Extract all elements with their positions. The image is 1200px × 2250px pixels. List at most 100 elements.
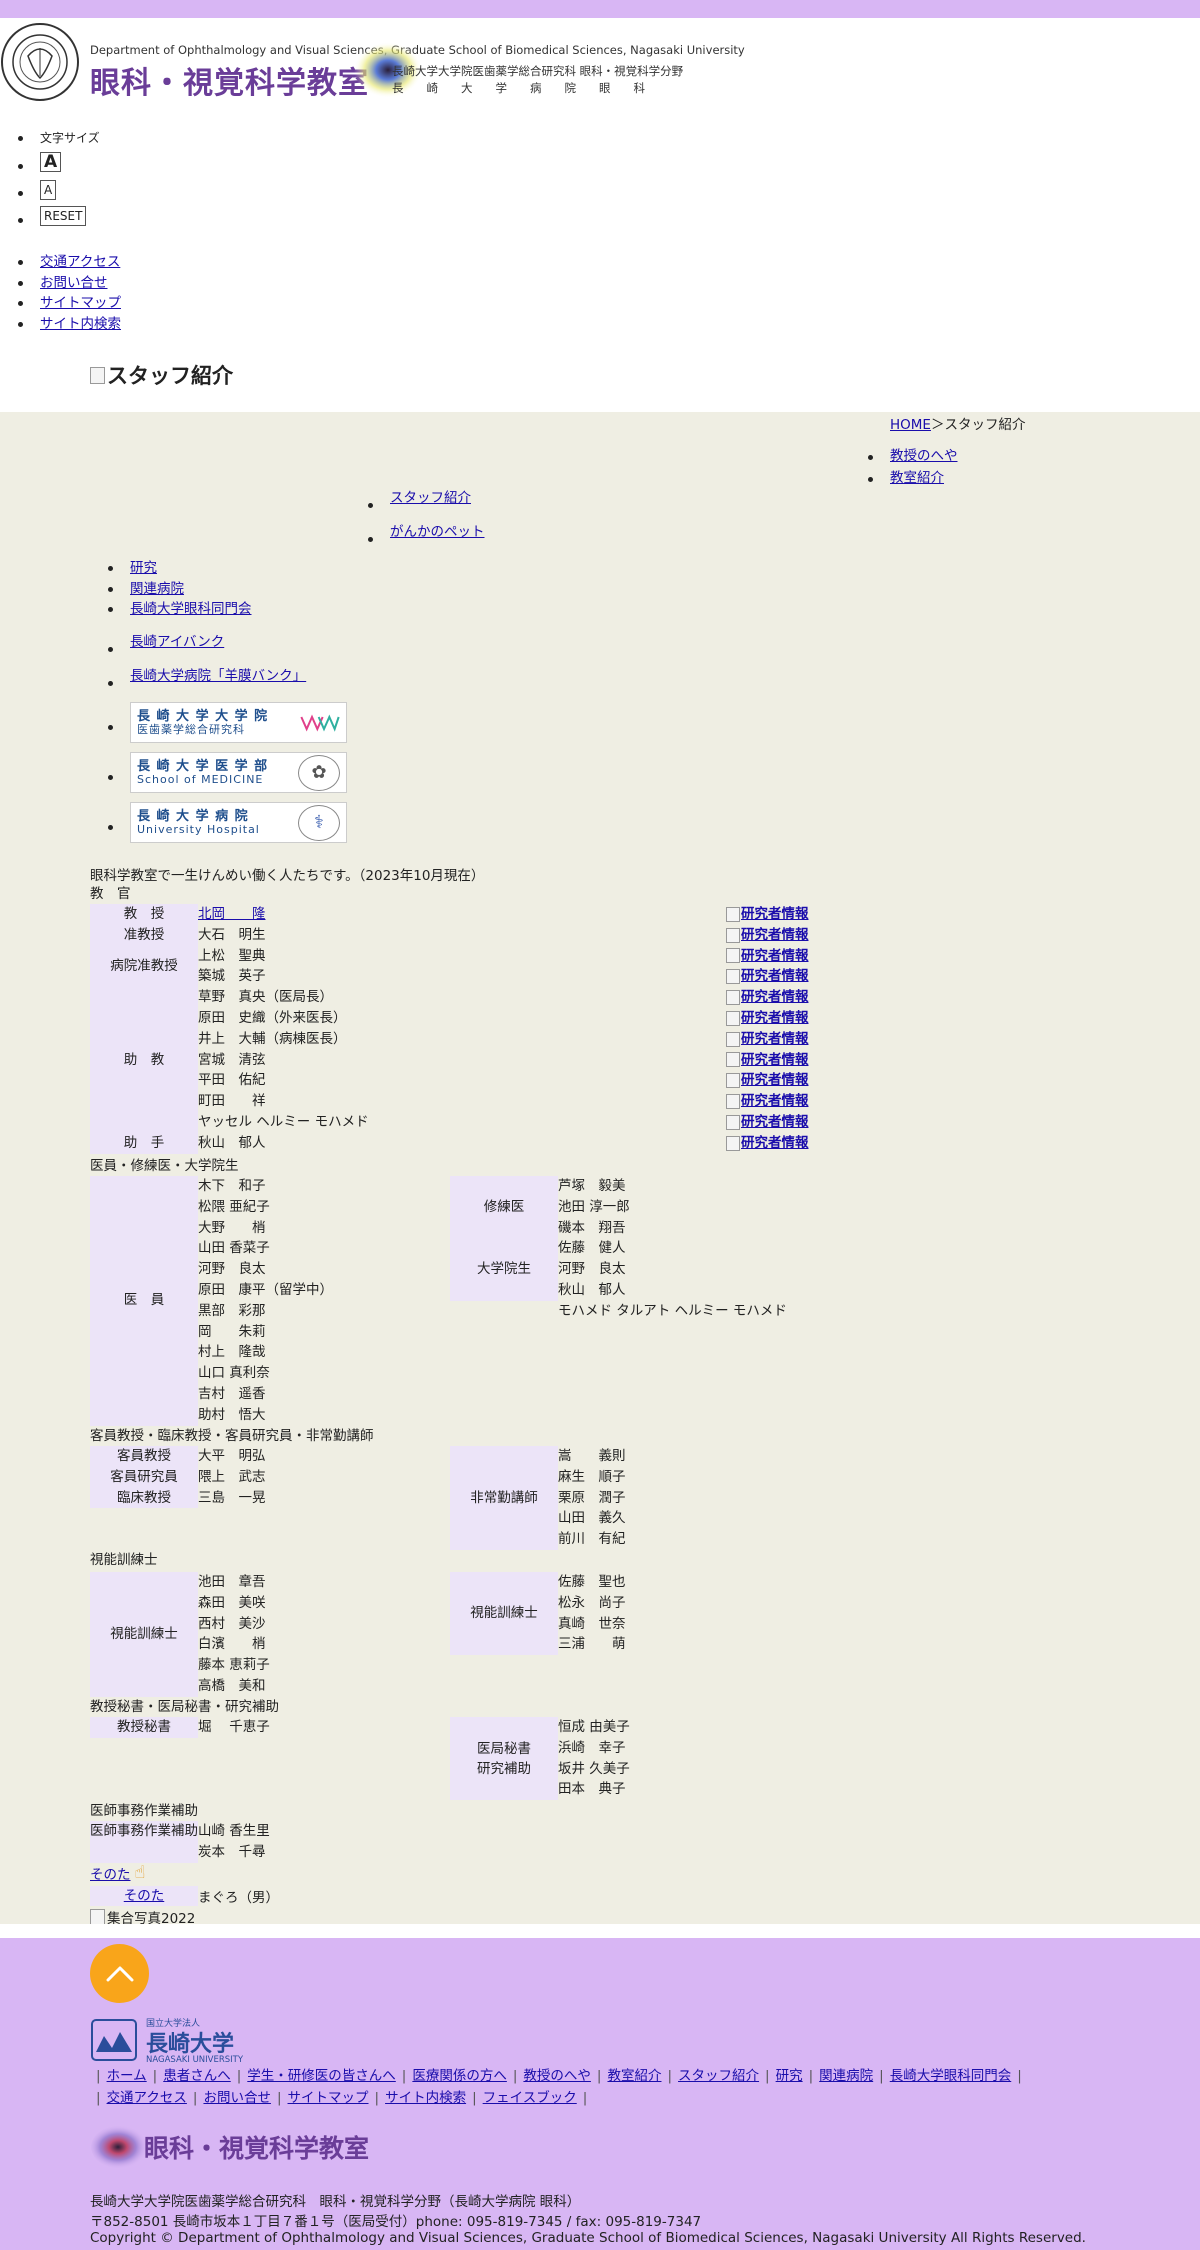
banner-links: 長 崎 大 学 大 学 院医歯薬学総合研究科 長 崎 大 学 医 学 部 Scho… (90, 702, 347, 852)
nav-amnion-bank-link[interactable]: 長崎大学病院「羊膜バンク」 (130, 668, 306, 684)
nav-pet-link[interactable]: がんかのペット (390, 524, 485, 540)
staff-name: 芦塚 毅美 (558, 1178, 626, 1194)
research-info-link[interactable]: 研究者情報 (726, 946, 810, 967)
broken-image-icon (726, 1010, 740, 1026)
role-cell: 教 授 (90, 904, 198, 925)
research-info-label: 研究者情報 (741, 989, 809, 1006)
footer-facebook-link[interactable]: フェイスブック (483, 2090, 577, 2106)
nav-professor-room-link[interactable]: 教授のへや (890, 448, 958, 464)
staff-name: モハメド タルアト ヘルミー モハメド (558, 1302, 787, 1319)
staff-name: 白濱 梢 (198, 1636, 266, 1653)
nav-alumni-link[interactable]: 長崎大学眼科同門会 (130, 601, 252, 617)
footer-professor-link[interactable]: 教授のへや (523, 2068, 591, 2084)
footer-hospitals-link[interactable]: 関連病院 (819, 2068, 873, 2084)
role-cell: 視能訓練士 (90, 1572, 198, 1697)
research-info-link[interactable]: 研究者情報 (726, 904, 810, 925)
research-info-label: 研究者情報 (741, 1072, 809, 1089)
staff-name: 助村 悟大 (198, 1406, 266, 1423)
breadcrumb-separator: ＞ (930, 417, 945, 433)
research-info-link[interactable]: 研究者情報 (726, 925, 810, 946)
breadcrumb-home-link[interactable]: HOME (890, 417, 931, 433)
role-cell: 大学院生 (450, 1238, 558, 1301)
footer-staff-link[interactable]: スタッフ紹介 (678, 2068, 759, 2084)
footer-contact-link[interactable]: お問い合せ (203, 2090, 271, 2106)
nav-contact-link[interactable]: お問い合せ (40, 275, 108, 291)
medical-school-banner[interactable]: 長 崎 大 学 医 学 部 School of MEDICINE ✿ (130, 752, 347, 793)
nav-access-link[interactable]: 交通アクセス (40, 254, 120, 270)
header-subtitle-2: 長崎大学病院眼科 (392, 81, 668, 95)
nav-eye-bank-link[interactable]: 長崎アイバンク (130, 634, 224, 650)
nav-sitemap-link[interactable]: サイトマップ (40, 295, 121, 311)
footer-research-link[interactable]: 研究 (776, 2068, 803, 2084)
category-nav: 研究 関連病院 長崎大学眼科同門会 (90, 558, 252, 620)
prof-secretary-table: 教授秘書堀 千恵子 (90, 1717, 270, 1738)
nav-search-link[interactable]: サイト内検索 (40, 316, 121, 332)
clerk-table: 医師事務作業補助 山崎 香生里 炭本 千尋 (90, 1821, 270, 1863)
research-info-link[interactable]: 研究者情報 (726, 1091, 810, 1112)
research-info-label: 研究者情報 (741, 1030, 809, 1047)
other-link[interactable]: そのた (90, 1863, 131, 1883)
nav-research-link[interactable]: 研究 (130, 560, 157, 576)
footer-students-link[interactable]: 学生・研修医の皆さんへ (247, 2068, 396, 2084)
footer-site-logo[interactable]: 眼科・視覚科学教室 (90, 2122, 369, 2172)
role-cell: 医 員 (90, 1176, 198, 1426)
staff-name: 炭本 千尋 (198, 1843, 266, 1860)
graduate-school-logo-icon (300, 706, 340, 740)
research-info-link[interactable]: 研究者情報 (726, 1133, 810, 1154)
graduate-school-banner[interactable]: 長 崎 大 学 大 学 院医歯薬学総合研究科 (130, 702, 347, 743)
research-info-link[interactable]: 研究者情報 (726, 987, 810, 1008)
font-size-small-button[interactable]: A (40, 180, 57, 200)
professor-name-link[interactable]: 北岡 隆 (198, 906, 266, 922)
research-info-label: 研究者情報 (741, 1113, 809, 1130)
footer-alumni-link[interactable]: 長崎大学眼科同門会 (890, 2068, 1012, 2084)
research-info-link[interactable]: 研究者情報 (726, 1008, 810, 1029)
role-cell: 非常勤講師 (450, 1446, 558, 1550)
staff-name: 松隈 亜紀子 (198, 1198, 270, 1215)
broken-image-icon (90, 366, 105, 384)
university-hospital-banner[interactable]: 長 崎 大 学 病 院 University Hospital ⚕ (130, 802, 347, 843)
faculty-section-title: 教 官 (90, 886, 131, 902)
research-info-label: 研究者情報 (741, 1134, 809, 1151)
footer-home-link[interactable]: ホーム (107, 2068, 147, 2084)
staff-name: ヤッセル ヘルミー モハメド (198, 1113, 369, 1130)
back-to-top-button[interactable] (90, 1944, 149, 2003)
staff-name: 山田 義久 (558, 1510, 626, 1527)
research-info-link[interactable]: 研究者情報 (726, 1070, 810, 1091)
university-seal-logo[interactable] (0, 22, 80, 102)
research-info-link[interactable]: 研究者情報 (726, 966, 810, 987)
medical-section-title: 医員・修練医・大学院生 (90, 1158, 239, 1174)
banner-line1: 長 崎 大 学 病 院 (137, 808, 249, 824)
nav-staff-link[interactable]: スタッフ紹介 (390, 490, 471, 506)
nav-hospitals-link[interactable]: 関連病院 (130, 581, 184, 597)
banner-line1: 長 崎 大 学 医 学 部 (137, 758, 269, 774)
font-size-large-button[interactable]: A (40, 152, 62, 172)
research-info-link[interactable]: 研究者情報 (726, 1050, 810, 1071)
other-text: まぐろ（男） (198, 1890, 279, 1906)
footer-nav-secondary: | 交通アクセス | お問い合せ | サイトマップ | サイト内検索 | フェイスブック | (96, 2090, 588, 2106)
footer-search-link[interactable]: サイト内検索 (385, 2090, 466, 2106)
site-logo-text[interactable]: 眼科・視覚科学教室 (90, 58, 369, 102)
staff-name: 原田 康平（留学中） (198, 1281, 333, 1298)
font-size-reset-button[interactable]: RESET (40, 206, 87, 226)
research-info-label: 研究者情報 (741, 906, 809, 922)
staff-name: 井上 大輔（病棟医長） (198, 1030, 347, 1047)
guest-section-title: 客員教授・臨床教授・客員研究員・非常勤講師 (90, 1428, 374, 1444)
research-info-link[interactable]: 研究者情報 (726, 1029, 810, 1050)
research-info-label: 研究者情報 (741, 926, 809, 943)
lecturer-table: 非常勤講師嵩 義則 麻生 順子 栗原 潤子 山田 義久 前川 有紀 (450, 1446, 626, 1550)
nagasaki-university-logo[interactable]: 国立大学法人 長崎大学 NAGASAKI UNIVERSITY (90, 2012, 260, 2068)
footer-access-link[interactable]: 交通アクセス (107, 2090, 187, 2106)
footer-intro-link[interactable]: 教室紹介 (607, 2068, 661, 2084)
footer-sitemap-link[interactable]: サイトマップ (288, 2090, 369, 2106)
nav-department-intro-link[interactable]: 教室紹介 (890, 470, 944, 486)
staff-name: 森田 美咲 (198, 1594, 266, 1611)
staff-name: 原田 史織（外来医長） (198, 1009, 347, 1026)
staff-name: 磯本 翔吾 (558, 1219, 626, 1236)
footer-medical-link[interactable]: 医療関係の方へ (412, 2068, 507, 2084)
footer-patients-link[interactable]: 患者さんへ (163, 2068, 231, 2084)
research-info-link[interactable]: 研究者情報 (726, 1112, 810, 1133)
other-role-link[interactable]: そのた (90, 1886, 198, 1906)
staff-name: 山田 香菜子 (198, 1240, 270, 1257)
role-cell: 客員教授 (90, 1446, 198, 1467)
other-toggle[interactable]: そのた ☝ (90, 1862, 145, 1883)
